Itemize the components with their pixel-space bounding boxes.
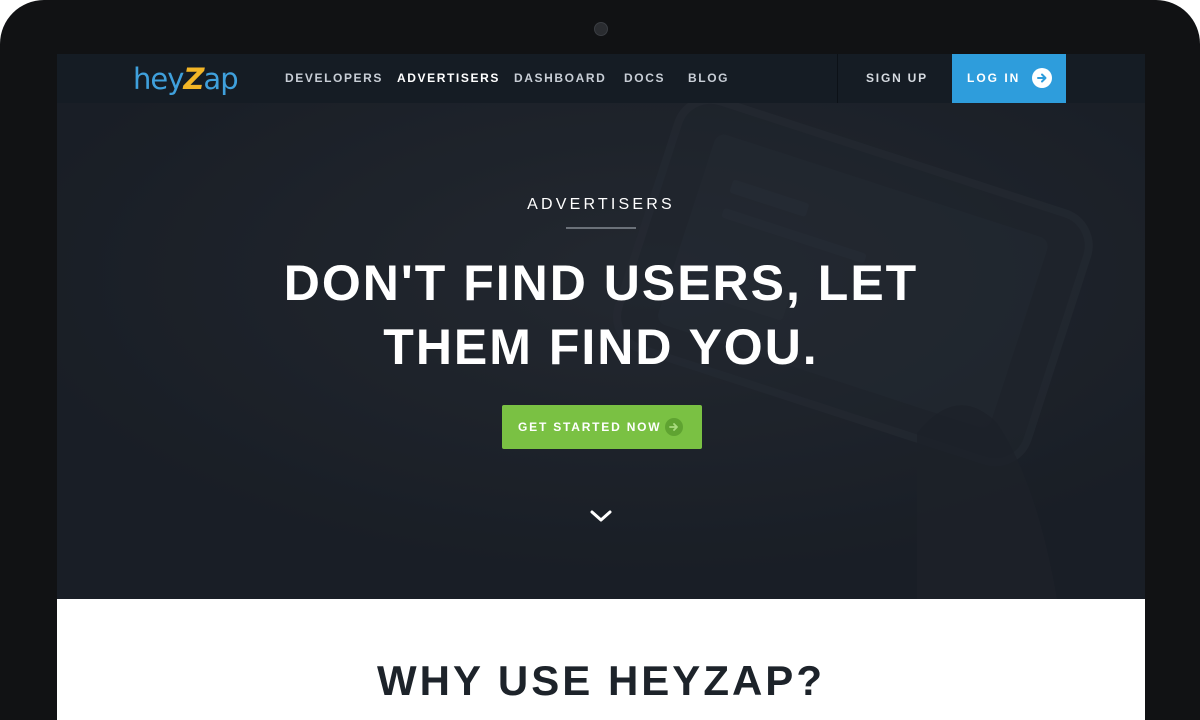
nav-link-developers[interactable]: DEVELOPERS xyxy=(285,54,383,103)
hero-section: ADVERTISERS DON'T FIND USERS, LET THEM F… xyxy=(57,103,1145,599)
nav-link-advertisers[interactable]: ADVERTISERS xyxy=(397,54,500,103)
webcam xyxy=(594,22,608,36)
get-started-button[interactable]: GET STARTED NOW xyxy=(502,405,702,449)
logo-text-hey: hey xyxy=(133,62,184,96)
log-in-label: LOG IN xyxy=(967,71,1021,85)
nav-divider xyxy=(837,54,838,103)
nav-link-docs[interactable]: DOCS xyxy=(624,54,665,103)
arrow-circle-right-icon xyxy=(1032,68,1052,88)
log-in-button[interactable]: LOG IN xyxy=(952,54,1066,103)
get-started-label: GET STARTED NOW xyxy=(518,420,662,434)
why-heading: WHY USE HEYZAP? xyxy=(377,657,825,704)
hero-headline: DON'T FIND USERS, LET THEM FIND YOU. xyxy=(201,251,1001,379)
logo-text-z: Z xyxy=(183,62,204,96)
why-section: WHY USE HEYZAP? xyxy=(57,599,1145,720)
headline-line-2: THEM FIND YOU. xyxy=(383,319,819,375)
browser-viewport: heyZap DEVELOPERS ADVERTISERS DASHBOARD … xyxy=(57,54,1145,720)
headline-line-1: DON'T FIND USERS, LET xyxy=(283,255,919,311)
hero-eyebrow: ADVERTISERS xyxy=(527,196,675,213)
top-navigation: heyZap DEVELOPERS ADVERTISERS DASHBOARD … xyxy=(57,54,1145,103)
nav-link-blog[interactable]: BLOG xyxy=(688,54,729,103)
logo-text-ap: ap xyxy=(203,62,238,96)
arrow-circle-right-icon xyxy=(665,418,683,436)
heyzap-logo[interactable]: heyZap xyxy=(133,62,239,96)
nav-link-dashboard[interactable]: DASHBOARD xyxy=(514,54,606,103)
eyebrow-underline xyxy=(566,227,636,229)
chevron-down-icon[interactable] xyxy=(588,507,614,525)
sign-up-link[interactable]: SIGN UP xyxy=(866,54,928,103)
